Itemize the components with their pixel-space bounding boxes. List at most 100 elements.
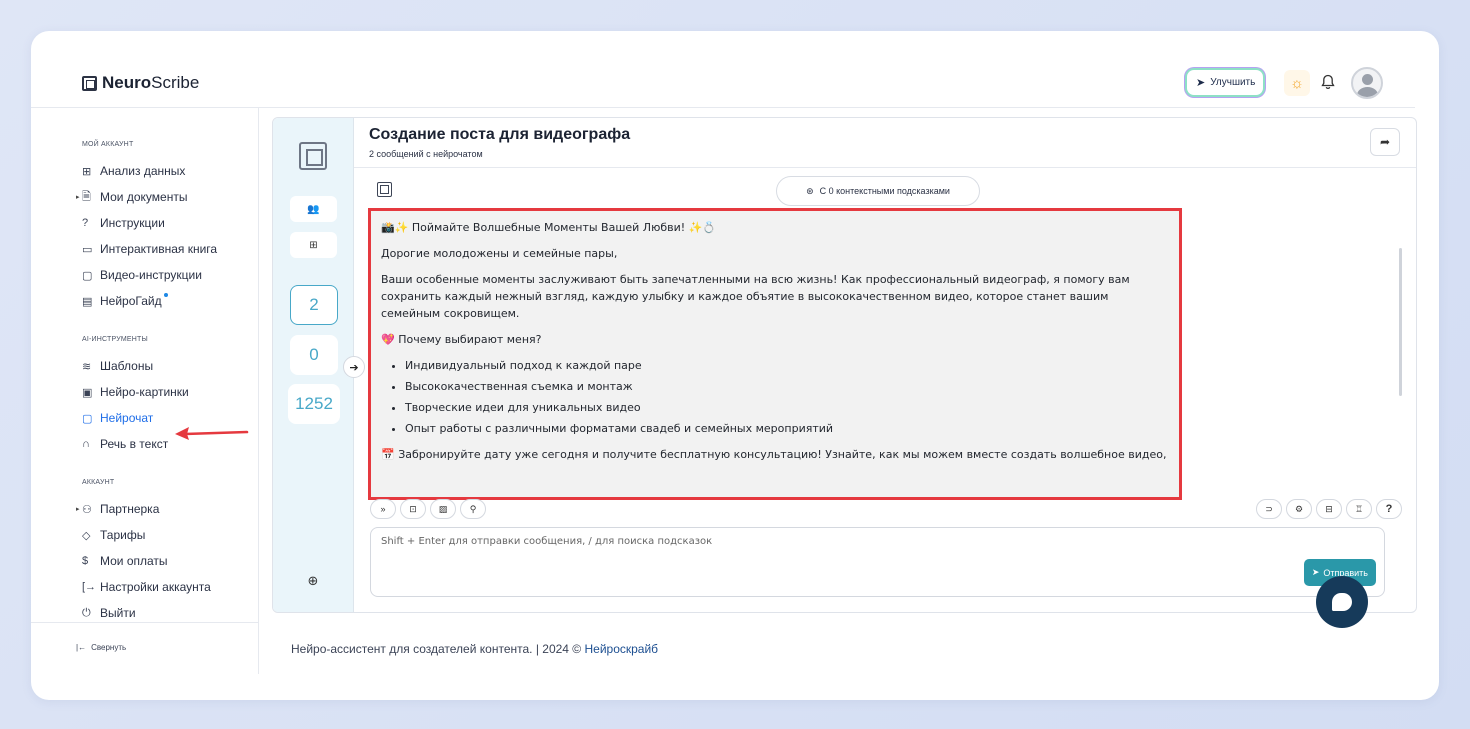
power-icon: ⏻	[82, 606, 91, 619]
settings-login-icon: [→	[82, 581, 97, 593]
layers-icon: ≋	[82, 360, 92, 373]
grid-icon[interactable]: ⊞	[290, 232, 337, 258]
sidebar-item-partner[interactable]: ▸ ⚇ Партнерка	[76, 500, 160, 518]
sidebar-item-neuroguide[interactable]: ▤ НейроГайд	[82, 292, 168, 310]
sidebar-item-logout[interactable]: ⏻ Выйти	[82, 604, 136, 622]
top-bar: Neuro Scribe ➤ Улучшить ☼	[31, 31, 1415, 108]
settings-icon[interactable]: ⚙	[1286, 499, 1312, 519]
tag-icon: ◇	[82, 529, 91, 542]
message-input[interactable]	[381, 536, 1281, 576]
add-circle-icon[interactable]: ⊕	[302, 570, 324, 592]
sidebar-item-label: НейроГайд	[100, 294, 162, 308]
share-icon: ➦	[1379, 135, 1391, 149]
section-title-ai-tools: AI-ИНСТРУМЕНТЫ	[82, 336, 148, 343]
collapse-sidebar-button[interactable]: |← Свернуть	[76, 643, 126, 652]
sidebar-item-label: Анализ данных	[100, 164, 186, 178]
message-bullets: Индивидуальный подход к каждой паре Высо…	[405, 357, 1169, 437]
user-avatar[interactable]	[1351, 67, 1383, 99]
download-icon[interactable]: ⊡	[400, 499, 426, 519]
caret-right-icon: ▸	[76, 194, 80, 201]
list-item: Творческие идеи для уникальных видео	[405, 399, 1169, 416]
sidebar-item-label: Настройки аккаунта	[100, 580, 211, 594]
guide-icon: ▤	[82, 295, 93, 308]
assistant-avatar-icon	[377, 182, 392, 197]
video-icon: ▢	[82, 269, 93, 282]
list-item: Высококачественная съемка и монтаж	[405, 378, 1169, 395]
context-hints-label: С 0 контекстными подсказками	[819, 186, 950, 196]
chat-subtitle: 2 сообщений с нейрочатом	[369, 149, 483, 159]
chat-scrollbar[interactable]	[1399, 248, 1402, 396]
sidebar-item-label: Нейрочат	[100, 411, 154, 425]
sidebar-item-data-analysis[interactable]: ⊞ Анализ данных	[82, 162, 185, 180]
chat-icon: ▢	[82, 412, 93, 425]
expand-arrow-icon[interactable]: ➔	[343, 356, 365, 378]
sidebar-item-label: Тарифы	[100, 528, 146, 542]
sidebar-item-neurochat[interactable]: ▢ Нейрочат	[82, 409, 153, 427]
book-icon: ▭	[82, 243, 93, 256]
upgrade-button[interactable]: ➤ Улучшить	[1187, 70, 1264, 95]
storage-icon[interactable]: ⊟	[1316, 499, 1342, 519]
help-icon[interactable]: ?	[1376, 499, 1402, 519]
dollar-icon: $	[82, 555, 89, 567]
message-paragraph: Ваши особенные моменты заслуживают быть …	[381, 273, 1130, 320]
magic-wand-icon[interactable]: ⚲	[460, 499, 486, 519]
support-chat-widget[interactable]	[1316, 576, 1368, 628]
composer-toolbar-right: ⊃ ⚙ ⊟ ♖ ?	[1256, 499, 1402, 519]
footer-link[interactable]: Нейроскрайб	[584, 642, 658, 656]
sidebar-item-label: Мои документы	[100, 190, 188, 204]
sidebar-item-instructions[interactable]: ? Инструкции	[82, 214, 165, 232]
sidebar-item-label: Интерактивная книга	[100, 242, 218, 256]
grid-icon: ⊞	[82, 165, 92, 178]
send-icon: ➤	[1311, 567, 1320, 577]
sidebar-divider	[31, 622, 259, 623]
image-upload-icon[interactable]: ▨	[430, 499, 456, 519]
annotation-arrow	[175, 427, 249, 440]
collapse-down-icon[interactable]: »	[370, 499, 396, 519]
sidebar-item-tariffs[interactable]: ◇ Тарифы	[82, 526, 145, 544]
sidebar-item-interactive-book[interactable]: ▭ Интерактивная книга	[82, 240, 217, 258]
brand-rest: Scribe	[151, 73, 200, 92]
sun-icon[interactable]: ☼	[1284, 70, 1310, 96]
section-title-account: АККАУНТ	[82, 479, 115, 486]
collapse-label: Свернуть	[91, 643, 127, 652]
app-window: Neuro Scribe ➤ Улучшить ☼ МОЙ АККАУНТ ⊞ Ан…	[31, 31, 1439, 700]
token-count: 1252	[288, 384, 340, 424]
sidebar-item-label: Речь в текст	[100, 437, 169, 451]
sidebar-item-account-settings[interactable]: [→ Настройки аккаунта	[82, 578, 211, 596]
bot-icon[interactable]: ♖	[1346, 499, 1372, 519]
chat-header: Создание поста для видеографа 2 сообщени…	[354, 118, 1416, 168]
sidebar-item-label: Партнерка	[100, 502, 160, 516]
chat-title: Создание поста для видеографа	[369, 126, 631, 143]
sidebar-item-payments[interactable]: $ Мои оплаты	[82, 552, 168, 570]
list-item: Индивидуальный подход к каждой паре	[405, 357, 1169, 374]
sidebar-item-neuro-images[interactable]: ▣ Нейро-картинки	[82, 383, 189, 401]
message-composer: ➤ Отправить	[370, 527, 1385, 597]
app-logo[interactable]: Neuro Scribe	[82, 73, 199, 93]
sidebar: МОЙ АККАУНТ ⊞ Анализ данных ▸ 🗎 Мои докумен…	[31, 108, 259, 674]
footer-text: Нейро-ассистент для создателей контента.…	[291, 642, 585, 656]
sidebar-item-video-instructions[interactable]: ▢ Видео-инструкции	[82, 266, 202, 284]
document-icon: 🗎	[82, 190, 91, 203]
list-item: Опыт работы с различными форматами сваде…	[405, 420, 1169, 437]
new-indicator-dot	[163, 293, 168, 297]
logo-icon	[82, 75, 97, 91]
zero-count: 0	[290, 335, 338, 375]
sidebar-item-label: Выйти	[100, 606, 136, 620]
bell-icon[interactable]	[1318, 71, 1338, 93]
sidebar-item-label: Нейро-картинки	[100, 385, 189, 399]
sidebar-item-my-documents[interactable]: ▸ 🗎 Мои документы	[76, 188, 188, 206]
sidebar-item-label: Видео-инструкции	[100, 268, 202, 282]
users-icon[interactable]: 👥	[290, 196, 337, 222]
image-icon: ▣	[82, 386, 93, 399]
message-heading: 📸✨ Поймайте Волшебные Моменты Вашей Любв…	[381, 221, 717, 234]
plugin-icon[interactable]: ⊃	[1256, 499, 1282, 519]
composer-toolbar-left: » ⊡ ▨ ⚲	[370, 499, 486, 519]
sidebar-item-label: Шаблоны	[100, 359, 154, 373]
sidebar-item-templates[interactable]: ≋ Шаблоны	[82, 357, 153, 375]
brand-bold: Neuro	[102, 73, 152, 92]
message-cta: 📅 Забронируйте дату уже сегодня и получи…	[381, 448, 1167, 461]
context-icon: ⊛	[806, 185, 814, 196]
share-button[interactable]: ➦	[1370, 128, 1400, 156]
context-hints-pill[interactable]: ⊛ С 0 контекстными подсказками	[776, 176, 980, 206]
sidebar-item-speech-to-text[interactable]: ∩ Речь в текст	[82, 435, 168, 453]
